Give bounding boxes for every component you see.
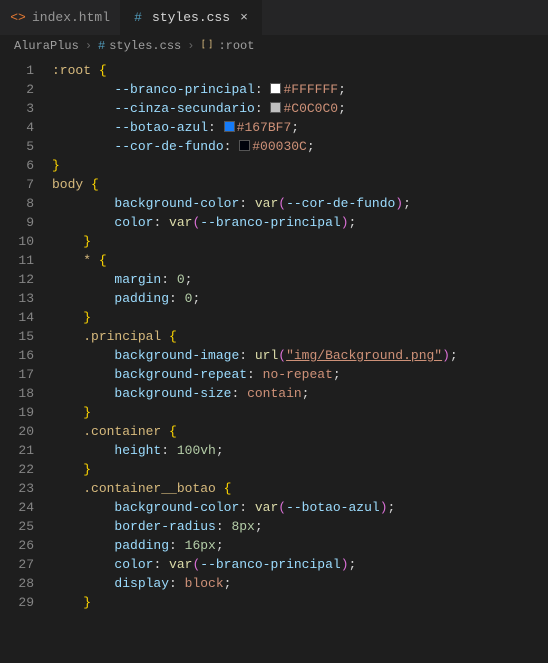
breadcrumb-symbol[interactable]: :root: [218, 39, 254, 53]
line-number: 28: [0, 574, 34, 593]
code-line[interactable]: .container {: [52, 422, 548, 441]
code-line[interactable]: }: [52, 460, 548, 479]
line-number: 9: [0, 213, 34, 232]
line-number: 5: [0, 137, 34, 156]
line-number: 11: [0, 251, 34, 270]
brackets-icon: [200, 37, 214, 55]
css-file-icon: #: [98, 39, 105, 53]
css-file-icon: #: [130, 10, 146, 26]
line-number: 1: [0, 61, 34, 80]
code-line[interactable]: padding: 0;: [52, 289, 548, 308]
code-line[interactable]: body {: [52, 175, 548, 194]
code-line[interactable]: color: var(--branco-principal);: [52, 213, 548, 232]
line-number-gutter: 1234567891011121314151617181920212223242…: [0, 57, 52, 663]
line-number: 20: [0, 422, 34, 441]
tab-label: index.html: [32, 10, 110, 25]
code-line[interactable]: }: [52, 308, 548, 327]
code-line[interactable]: --branco-principal: #FFFFFF;: [52, 80, 548, 99]
line-number: 8: [0, 194, 34, 213]
tab-bar: <> index.html # styles.css ×: [0, 0, 548, 35]
code-line[interactable]: background-repeat: no-repeat;: [52, 365, 548, 384]
code-line[interactable]: padding: 16px;: [52, 536, 548, 555]
line-number: 23: [0, 479, 34, 498]
line-number: 4: [0, 118, 34, 137]
code-line[interactable]: }: [52, 403, 548, 422]
code-line[interactable]: color: var(--branco-principal);: [52, 555, 548, 574]
code-line[interactable]: --cor-de-fundo: #00030C;: [52, 137, 548, 156]
code-line[interactable]: }: [52, 156, 548, 175]
code-line[interactable]: }: [52, 593, 548, 612]
line-number: 6: [0, 156, 34, 175]
line-number: 3: [0, 99, 34, 118]
line-number: 29: [0, 593, 34, 612]
code-line[interactable]: --botao-azul: #167BF7;: [52, 118, 548, 137]
breadcrumb-folder[interactable]: AluraPlus: [14, 39, 79, 53]
line-number: 27: [0, 555, 34, 574]
breadcrumb-file[interactable]: styles.css: [109, 39, 181, 53]
chevron-right-icon: ›: [187, 39, 194, 53]
line-number: 14: [0, 308, 34, 327]
line-number: 10: [0, 232, 34, 251]
line-number: 13: [0, 289, 34, 308]
code-line[interactable]: * {: [52, 251, 548, 270]
code-line[interactable]: }: [52, 232, 548, 251]
code-line[interactable]: margin: 0;: [52, 270, 548, 289]
code-line[interactable]: height: 100vh;: [52, 441, 548, 460]
line-number: 19: [0, 403, 34, 422]
tab-styles-css[interactable]: # styles.css ×: [120, 0, 262, 35]
line-number: 18: [0, 384, 34, 403]
line-number: 21: [0, 441, 34, 460]
code-line[interactable]: background-color: var(--botao-azul);: [52, 498, 548, 517]
line-number: 24: [0, 498, 34, 517]
line-number: 25: [0, 517, 34, 536]
close-icon[interactable]: ×: [236, 10, 252, 25]
line-number: 26: [0, 536, 34, 555]
code-line[interactable]: background-image: url("img/Background.pn…: [52, 346, 548, 365]
line-number: 12: [0, 270, 34, 289]
line-number: 22: [0, 460, 34, 479]
code-line[interactable]: display: block;: [52, 574, 548, 593]
code-line[interactable]: --cinza-secundario: #C0C0C0;: [52, 99, 548, 118]
line-number: 7: [0, 175, 34, 194]
chevron-right-icon: ›: [85, 39, 92, 53]
breadcrumb: AluraPlus › # styles.css › :root: [0, 35, 548, 57]
editor: 1234567891011121314151617181920212223242…: [0, 57, 548, 663]
tab-index-html[interactable]: <> index.html: [0, 0, 120, 35]
html-file-icon: <>: [10, 10, 26, 26]
code-line[interactable]: .principal {: [52, 327, 548, 346]
line-number: 16: [0, 346, 34, 365]
code-line[interactable]: :root {: [52, 61, 548, 80]
code-line[interactable]: border-radius: 8px;: [52, 517, 548, 536]
code-line[interactable]: .container__botao {: [52, 479, 548, 498]
code-line[interactable]: background-size: contain;: [52, 384, 548, 403]
code-line[interactable]: background-color: var(--cor-de-fundo);: [52, 194, 548, 213]
line-number: 2: [0, 80, 34, 99]
line-number: 17: [0, 365, 34, 384]
code-content[interactable]: :root { --branco-principal: #FFFFFF; --c…: [52, 57, 548, 663]
tab-label: styles.css: [152, 10, 230, 25]
line-number: 15: [0, 327, 34, 346]
